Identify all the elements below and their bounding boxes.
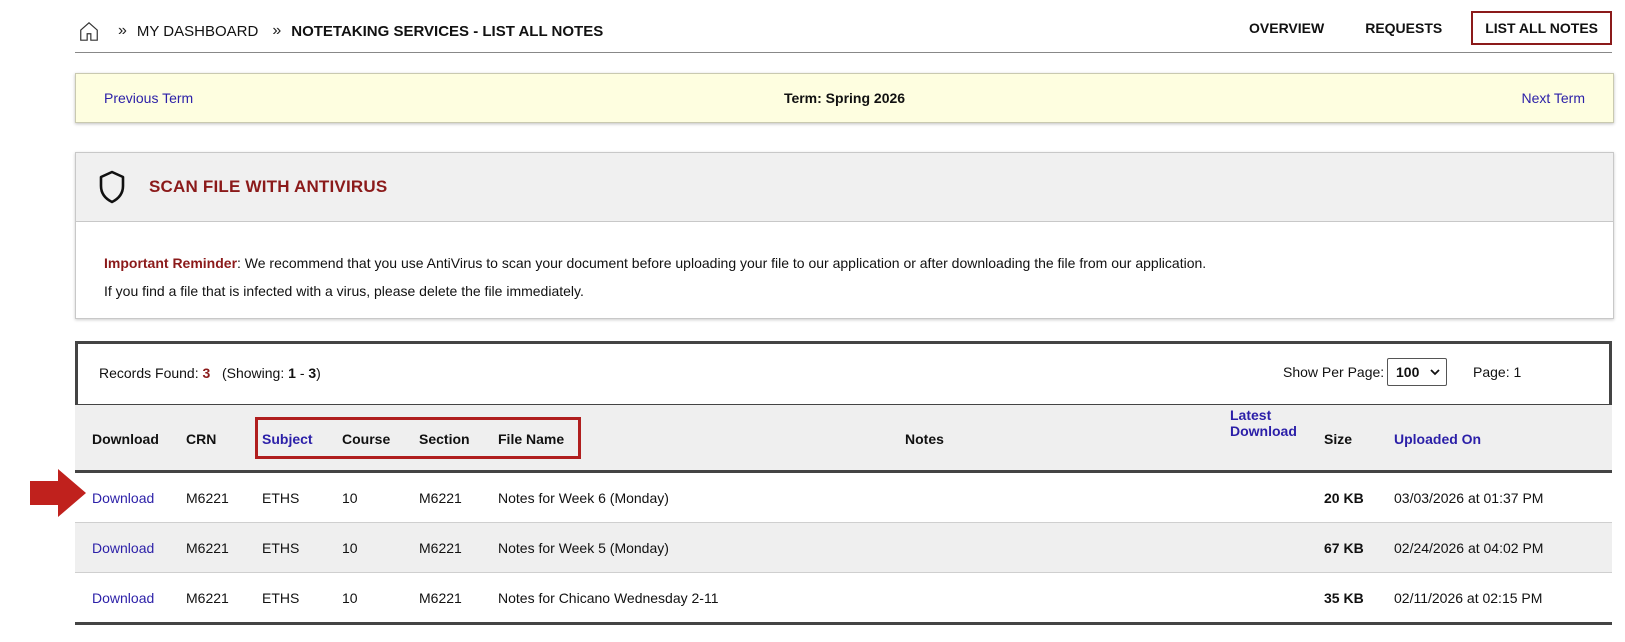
shield-icon [99,170,125,204]
showing-close: ) [316,365,321,381]
double-chevron-right-icon: » [118,22,127,39]
cell-section: M6221 [419,590,462,606]
cell-size: 35 KB [1324,590,1364,606]
records-summary: Records Found: 3 (Showing: 1 - 3) Show P… [75,341,1612,407]
col-section: Section [419,431,470,447]
reminder-line-2: If you find a file that is infected with… [104,283,584,299]
cell-uploaded-on: 02/11/2026 at 02:15 PM [1394,590,1543,606]
cell-section: M6221 [419,490,462,506]
home-icon[interactable] [78,20,100,42]
showing-dash: - [299,365,305,381]
next-term-link[interactable]: Next Term [1521,90,1585,106]
col-notes: Notes [905,431,944,447]
current-term: Term: Spring 2026 [783,90,906,106]
showing-from: 1 [288,365,296,381]
download-link[interactable]: Download [92,540,154,556]
double-chevron-right-icon: » [272,22,282,39]
col-latest-download-line2: Download [1230,423,1297,439]
cell-course: 10 [342,490,358,506]
cell-crn: M6221 [186,590,229,606]
col-latest-download-sort[interactable]: Latest Download [1230,407,1297,439]
term-bar: Previous Term Term: Spring 2026 Next Ter… [75,73,1614,123]
per-page-select[interactable]: 100 [1387,358,1447,386]
cell-file-name: Notes for Week 5 (Monday) [498,540,669,556]
antivirus-header: SCAN FILE WITH ANTIVIRUS [76,153,1613,222]
antivirus-body: Important Reminder: We recommend that yo… [76,222,1613,305]
reminder-label: Important Reminder [104,255,238,271]
cell-uploaded-on: 02/24/2026 at 04:02 PM [1394,540,1544,556]
top-nav: OVERVIEW REQUESTS LIST ALL NOTES [1220,11,1612,45]
cell-course: 10 [342,540,358,556]
top-bar: » MY DASHBOARD » NOTETAKING SERVICES - L… [75,11,1612,53]
col-uploaded-on-sort[interactable]: Uploaded On [1394,431,1481,447]
showing-label: (Showing: [221,365,285,381]
cell-file-name: Notes for Chicano Wednesday 2-11 [498,590,719,606]
cell-subject: ETHS [262,590,300,606]
table-header: Download CRN Subject Course Section File… [75,405,1612,473]
records-found-count: 3 [202,365,211,381]
download-link[interactable]: Download [92,590,154,606]
cell-subject: ETHS [262,540,300,556]
col-download: Download [92,431,159,447]
nav-list-all-notes[interactable]: LIST ALL NOTES [1471,11,1612,45]
nav-requests[interactable]: REQUESTS [1353,12,1454,44]
cell-subject: ETHS [262,490,300,506]
cell-section: M6221 [419,540,462,556]
show-per-page-label: Show Per Page: [1283,364,1385,380]
showing-to: 3 [308,365,317,381]
table-row: Download M6221 ETHS 10 M6221 Notes for W… [75,523,1612,573]
cell-size: 20 KB [1324,490,1364,506]
page-indicator: Page: 1 [1473,364,1522,380]
table-row: Download M6221 ETHS 10 M6221 Notes for W… [75,473,1612,523]
antivirus-title: SCAN FILE WITH ANTIVIRUS [149,177,388,196]
cell-crn: M6221 [186,490,229,506]
col-crn: CRN [186,431,217,447]
cell-crn: M6221 [186,540,229,556]
col-course: Course [342,431,391,447]
col-subject-sort[interactable]: Subject [262,431,313,447]
cell-uploaded-on: 03/03/2026 at 01:37 PM [1394,490,1544,506]
cell-course: 10 [342,590,358,606]
download-link[interactable]: Download [92,490,154,506]
nav-overview[interactable]: OVERVIEW [1237,12,1336,44]
records-found: Records Found: 3 (Showing: 1 - 3) [99,365,321,381]
breadcrumb-current-page: NOTETAKING SERVICES - LIST ALL NOTES [291,22,604,40]
col-size: Size [1324,431,1353,447]
chevron-down-icon [1430,369,1440,376]
col-latest-download-line1: Latest [1230,407,1272,423]
cell-file-name: Notes for Week 6 (Monday) [498,490,669,506]
col-file-name: File Name [498,431,565,447]
table-row: Download M6221 ETHS 10 M6221 Notes for C… [75,573,1612,625]
reminder-text: : We recommend that you use AntiVirus to… [237,255,1207,271]
breadcrumb: » MY DASHBOARD » NOTETAKING SERVICES - L… [78,20,603,42]
per-page-value: 100 [1396,364,1420,380]
antivirus-panel: SCAN FILE WITH ANTIVIRUS Important Remin… [75,152,1614,319]
breadcrumb-my-dashboard[interactable]: MY DASHBOARD [137,23,258,40]
cell-size: 67 KB [1324,540,1364,556]
reminder-line: Important Reminder: We recommend that yo… [104,249,1585,277]
records-found-label: Records Found: [99,365,199,381]
